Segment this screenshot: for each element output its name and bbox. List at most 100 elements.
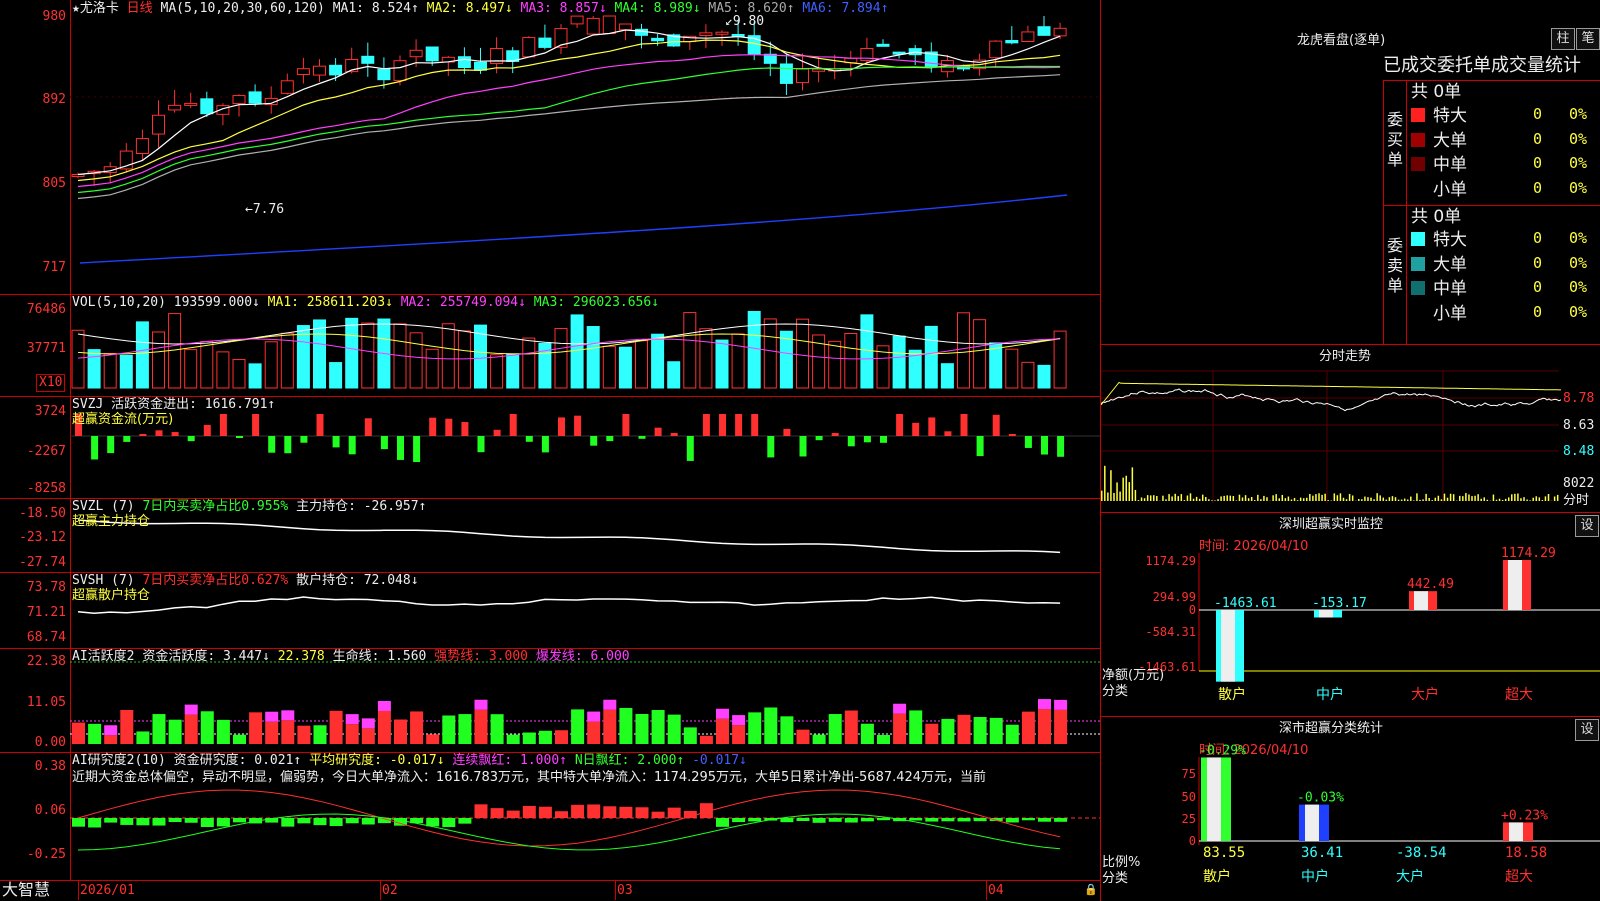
ai2-avg: 平均研究度: -0.017↓ — [309, 753, 444, 768]
activity-bar — [716, 719, 729, 744]
ai-activity-pane[interactable]: 22.38 11.05 0.00 AI活跃度2 资金活跃度: 3.447↓ 22… — [0, 648, 1100, 753]
intraday-volume-bar — [1119, 492, 1121, 501]
lock-icon[interactable]: 🔒 — [1084, 882, 1098, 897]
activity-cap — [587, 712, 600, 722]
intraday-volume-bar — [1248, 498, 1250, 501]
svsh-pane[interactable]: 73.78 71.21 68.74 SVSH (7) 7日内买卖净占比0.627… — [0, 572, 1100, 649]
kline-pane[interactable]: 980 892 805 717 ★尤洛卡 日线 MA(5,10,20,30,60… — [0, 0, 1100, 295]
buy-count: 0 — [1533, 181, 1542, 196]
kline-ytick-4: 717 — [0, 261, 66, 275]
sell-row: 小单00% — [1409, 302, 1599, 324]
ma-params: MA(5,10,20,30,60,120) — [161, 1, 325, 16]
svsh-ytick-2: 71.21 — [0, 606, 66, 620]
fund-flow-bar — [91, 436, 98, 459]
sell-count: 0 — [1533, 256, 1542, 271]
sc-bar-highlight — [1305, 805, 1319, 841]
activity-bar — [1054, 710, 1067, 744]
ai1-ytick-3: 0.00 — [0, 736, 66, 750]
activity-bar — [990, 718, 1003, 744]
vol-header: VOL(5,10,20) 193599.000↓ MA1: 258611.203… — [72, 295, 659, 310]
intraday-volume-bar — [1135, 490, 1137, 501]
activity-cap — [732, 715, 745, 725]
activity-bar — [748, 712, 761, 744]
kline-header: ★尤洛卡 日线 MA(5,10,20,30,60,120) MA1: 8.524… — [72, 1, 888, 16]
svzl-ytick-3: -27.74 — [0, 556, 66, 570]
period-label[interactable]: 日线 — [127, 1, 153, 16]
research-bar — [829, 818, 842, 822]
sell-percent: 0% — [1569, 305, 1587, 320]
svsh-title: SVSH (7) — [72, 573, 135, 588]
intraday-volume-bar — [1499, 499, 1501, 501]
candlestick-chart[interactable] — [0, 0, 1100, 294]
sz-net-amount-chart: 1174.29294.990-584.31-1463.61-1463.61散户-… — [1101, 513, 1600, 717]
kline-ytick-3: 805 — [0, 177, 66, 191]
intraday-volume-bar — [1352, 495, 1354, 501]
ai-research-pane[interactable]: 0.38 0.06 -0.25 AI研究度2(10) 资金研究度: 0.021↑… — [0, 752, 1100, 881]
volume-bar — [619, 347, 631, 388]
ma6-line — [80, 195, 1067, 263]
volume-bar — [861, 315, 873, 388]
volume-pane[interactable]: 76486 37771 X10 VOL(5,10,20) 193599.000↓… — [0, 294, 1100, 397]
intraday-volume-bar — [1349, 494, 1351, 501]
candle — [571, 16, 583, 24]
retail-position-line — [78, 597, 1060, 613]
sell-row: 特大00% — [1409, 228, 1599, 250]
ma2-value: MA2: 8.497↓ — [427, 1, 513, 16]
sz-bar-highlight — [1319, 610, 1333, 618]
volume-bar — [104, 353, 116, 388]
volume-bar — [458, 331, 470, 388]
activity-bar — [233, 735, 246, 744]
tick-view-button[interactable]: 笔 — [1576, 28, 1600, 50]
ai1-lifeline: 生命线: 1.560 — [333, 649, 427, 664]
research-bar — [716, 818, 729, 827]
activity-bar — [829, 714, 842, 744]
intraday-volume-bar — [1187, 495, 1189, 501]
activity-bar — [88, 724, 101, 744]
activity-bar — [684, 727, 697, 744]
intraday-panel[interactable]: 分时走势 8.78 8.63 8.48 8022 分时 — [1100, 344, 1600, 513]
svsh-subtitle: 超赢散户持仓 — [72, 588, 150, 603]
svzl-header: SVZL (7) 7日内买卖净占比0.955% 主力持仓: -26.957↑ — [72, 499, 426, 514]
activity-bar — [1038, 709, 1051, 744]
candle — [1054, 28, 1066, 36]
intraday-vol-label: 分时 — [1563, 493, 1589, 508]
vol-unit-label: X10 — [36, 374, 65, 392]
volume-bar — [507, 354, 519, 388]
sell-count: 0 — [1533, 231, 1542, 246]
research-bar — [523, 806, 536, 818]
x-label-apr: 04 — [988, 883, 1004, 898]
svzj-pane[interactable]: 3724 -2267 -8258 SVZJ 活跃资金进出: 1616.791↑ … — [0, 396, 1100, 499]
buy-count: 0 — [1533, 156, 1542, 171]
candle — [169, 105, 181, 110]
svzl-pane[interactable]: -18.50 -23.12 -27.74 SVZL (7) 7日内买卖净占比0.… — [0, 498, 1100, 573]
sell-name: 小单 — [1433, 304, 1467, 324]
buy-total: 共 0单 — [1411, 82, 1461, 102]
activity-bar — [201, 711, 214, 744]
research-bar — [201, 818, 214, 827]
candle — [281, 81, 293, 94]
activity-cap — [362, 718, 375, 728]
intraday-volume-bar — [1453, 494, 1455, 501]
intraday-volume-bar — [1346, 499, 1348, 501]
volume-bar — [652, 334, 664, 388]
svzj-ytick-3: -8258 — [0, 482, 66, 496]
candle — [330, 65, 342, 75]
lhb-tab-strip[interactable]: 已成交委托单成交量统计 — [1383, 56, 1581, 76]
sz-bar-label: 1174.29 — [1501, 546, 1556, 561]
fund-flow-bar — [172, 432, 179, 436]
fund-flow-bar — [236, 436, 243, 438]
intraday-volume-bar — [1113, 493, 1115, 501]
intraday-volume-bar — [1459, 496, 1461, 501]
intraday-price-line — [1101, 389, 1561, 411]
intraday-ytick-3: 8.48 — [1563, 444, 1594, 459]
color-swatch — [1411, 257, 1425, 271]
intraday-volume-bar — [1150, 495, 1152, 501]
intraday-volume-bar — [1431, 500, 1433, 501]
column-view-button[interactable]: 柱 — [1551, 28, 1575, 50]
intraday-chart[interactable] — [1101, 345, 1600, 513]
activity-cap — [893, 704, 906, 714]
research-bar — [941, 818, 954, 821]
stock-name[interactable]: ★尤洛卡 — [72, 1, 119, 16]
activity-cap — [1038, 699, 1051, 709]
vol-ytick-1: 76486 — [0, 303, 66, 317]
